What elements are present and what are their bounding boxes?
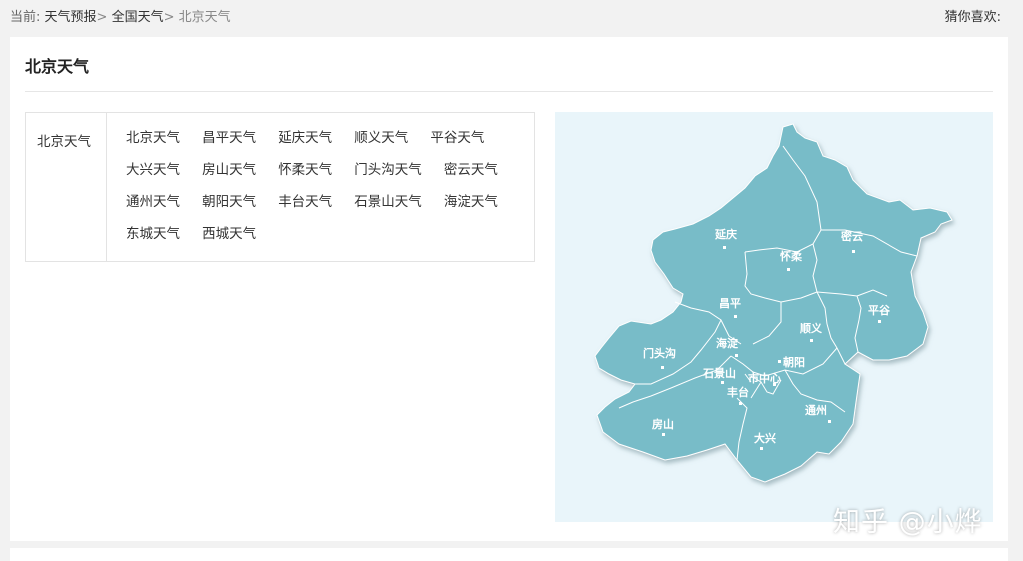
city-link-dongcheng[interactable]: 东城天气 [126, 223, 180, 245]
city-link-fangshan[interactable]: 房山天气 [202, 159, 256, 181]
map-label-huairou: 怀柔 [780, 249, 803, 263]
city-link-shunyi[interactable]: 顺义天气 [354, 127, 408, 149]
map-label-yanqing: 延庆 [714, 227, 737, 241]
city-link-changping[interactable]: 昌平天气 [202, 127, 256, 149]
city-row: 北京天气 昌平天气 延庆天气 顺义天气 平谷天气 [126, 127, 526, 159]
map-label-chaoyang: 朝阳 [783, 355, 805, 369]
city-link-miyun[interactable]: 密云天气 [444, 159, 498, 181]
recommend-label: 猜你喜欢: [944, 10, 1001, 25]
city-weather-card: 北京天气 北京天气 北京天气 昌平天气 延庆天气 顺义天气 平谷天气 大兴天气 … [10, 37, 1008, 541]
next-card-edge [10, 548, 1008, 561]
card-title: 北京天气 [25, 57, 90, 76]
map-label-city-center: 市中心 [748, 371, 781, 385]
city-link-chaoyang[interactable]: 朝阳天气 [202, 191, 256, 213]
beijing-district-map[interactable]: 延庆 怀柔 密云 昌平 平谷 顺义 门头沟 海淀 朝阳 石景山 市中心 丰台 通… [555, 112, 993, 522]
city-link-beijing[interactable]: 北京天气 [126, 127, 180, 149]
map-label-mentougou: 门头沟 [643, 346, 676, 360]
map-label-shijingshan: 石景山 [702, 366, 736, 380]
city-link-fengtai[interactable]: 丰台天气 [278, 191, 332, 213]
city-link-pinggu[interactable]: 平谷天气 [430, 127, 484, 149]
map-label-fengtai: 丰台 [727, 385, 749, 399]
city-link-mentougou[interactable]: 门头沟天气 [354, 159, 422, 181]
top-bar: 当前: 天气预报> 全国天气> 北京天气 猜你喜欢: [0, 0, 1023, 30]
watermark: 知乎 @小烨 [833, 507, 983, 538]
region-label: 北京天气 [37, 134, 91, 150]
breadcrumb-separator: > [96, 10, 108, 25]
city-list-box: 北京天气 北京天气 昌平天气 延庆天气 顺义天气 平谷天气 大兴天气 房山天气 … [25, 112, 535, 262]
city-link-huairou[interactable]: 怀柔天气 [278, 159, 332, 181]
city-link-haidian[interactable]: 海淀天气 [444, 191, 498, 213]
map-label-shunyi: 顺义 [800, 321, 823, 335]
city-links: 北京天气 昌平天气 延庆天气 顺义天气 平谷天气 大兴天气 房山天气 怀柔天气 … [126, 127, 526, 255]
breadcrumb-link-forecast[interactable]: 天气预报 [45, 10, 97, 25]
map-label-daxing: 大兴 [754, 431, 776, 445]
city-link-daxing[interactable]: 大兴天气 [126, 159, 180, 181]
map-label-haidian: 海淀 [716, 336, 739, 350]
map-label-pinggu: 平谷 [868, 303, 891, 317]
city-link-shijingshan[interactable]: 石景山天气 [354, 191, 422, 213]
breadcrumb: 当前: 天气预报> 全国天气> 北京天气 [10, 6, 231, 25]
map-label-fangshan: 房山 [652, 417, 674, 431]
map-label-miyun: 密云 [841, 229, 863, 243]
city-link-yanqing[interactable]: 延庆天气 [278, 127, 332, 149]
city-link-xicheng[interactable]: 西城天气 [202, 223, 256, 245]
region-cell: 北京天气 [26, 113, 107, 261]
breadcrumb-current: 北京天气 [178, 10, 231, 25]
divider [25, 91, 993, 92]
breadcrumb-link-national[interactable]: 全国天气 [112, 10, 164, 25]
breadcrumb-separator: > [163, 10, 175, 25]
city-row: 通州天气 朝阳天气 丰台天气 石景山天气 海淀天气 [126, 191, 526, 223]
city-link-tongzhou[interactable]: 通州天气 [126, 191, 180, 213]
map-label-changping: 昌平 [719, 297, 741, 310]
beijing-outline [594, 123, 953, 483]
breadcrumb-prefix: 当前: [10, 10, 41, 25]
city-row: 东城天气 西城天气 [126, 223, 526, 255]
map-svg: 延庆 怀柔 密云 昌平 平谷 顺义 门头沟 海淀 朝阳 石景山 市中心 丰台 通… [594, 123, 953, 483]
city-row: 大兴天气 房山天气 怀柔天气 门头沟天气 密云天气 [126, 159, 526, 191]
map-label-tongzhou: 通州 [805, 404, 827, 417]
